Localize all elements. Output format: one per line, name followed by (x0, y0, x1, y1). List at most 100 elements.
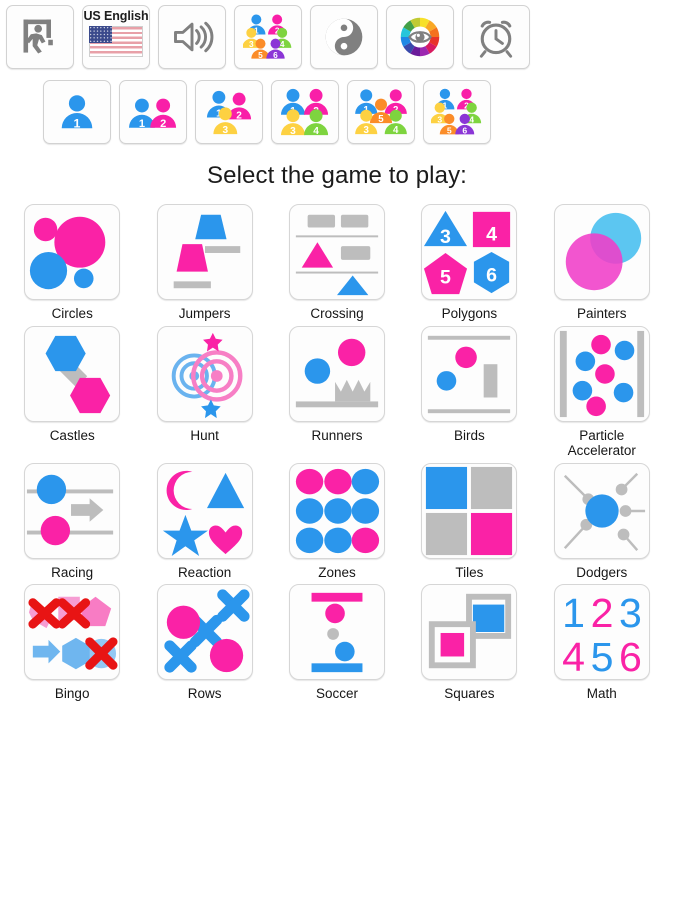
page-title: Select the game to play: (207, 162, 467, 189)
exit-button[interactable] (6, 5, 74, 69)
reaction-art (162, 470, 244, 556)
game-cell-tiles[interactable]: Tiles (403, 462, 535, 581)
top-toolbar: US English 1 2 3 4 5 6 (0, 0, 674, 69)
game-cell-particle[interactable]: Particle Accelerator (536, 325, 668, 459)
svg-text:6: 6 (273, 50, 278, 60)
svg-text:1: 1 (562, 590, 585, 636)
six-players-grid-icon: 1 2 3 4 5 6 (431, 88, 482, 136)
players-5-button[interactable]: 1 2 5 3 4 (347, 80, 415, 144)
game-cell-crossing[interactable]: Crossing (271, 204, 403, 322)
birds-art (428, 335, 511, 413)
svg-text:3: 3 (249, 39, 254, 49)
racing-art (27, 474, 114, 545)
game-cell-jumpers[interactable]: Jumpers (138, 204, 270, 322)
game-tile-bingo[interactable] (24, 584, 121, 681)
game-label: Rows (187, 686, 222, 702)
game-tile-dodgers[interactable] (553, 462, 650, 559)
language-button[interactable]: US English (82, 5, 150, 69)
game-tile-soccer[interactable] (288, 584, 385, 681)
players-1-button[interactable]: 1 (43, 80, 111, 144)
game-cell-runners[interactable]: Runners (271, 325, 403, 459)
game-tile-castles[interactable] (24, 325, 121, 422)
svg-text:5: 5 (258, 50, 263, 60)
game-cell-birds[interactable]: Birds (403, 325, 535, 459)
players-6-button[interactable]: 1 2 3 4 5 6 (423, 80, 491, 144)
game-label: Dodgers (576, 564, 628, 580)
players-setting-button[interactable]: 1 2 3 4 5 6 (234, 5, 302, 69)
game-tile-jumpers[interactable] (156, 204, 253, 300)
players-3-button[interactable]: 1 2 3 (195, 80, 263, 144)
game-cell-rows[interactable]: Rows (138, 584, 270, 702)
game-cell-zones[interactable]: Zones (271, 462, 403, 581)
game-tile-reaction[interactable] (156, 462, 253, 559)
game-cell-polygons[interactable]: 3 4 5 6 Polygons (403, 204, 535, 322)
svg-text:5: 5 (440, 266, 451, 288)
game-cell-squares[interactable]: Squares (403, 584, 535, 702)
circles-art (30, 216, 106, 290)
svg-text:5: 5 (590, 634, 613, 679)
game-cell-circles[interactable]: Circles (6, 204, 138, 322)
svg-text:6: 6 (619, 634, 642, 679)
game-cell-dodgers[interactable]: Dodgers (536, 462, 668, 581)
timer-button[interactable] (462, 5, 530, 69)
game-tile-circles[interactable] (24, 204, 121, 300)
game-cell-hunt[interactable]: Hunt (138, 325, 270, 459)
game-label: Circles (51, 306, 93, 321)
game-tile-hunt[interactable] (156, 325, 253, 422)
game-label: Squares (444, 686, 495, 702)
svg-text:3: 3 (619, 590, 642, 636)
game-tile-runners[interactable] (288, 325, 385, 422)
squares-art (429, 593, 512, 669)
game-label: Painters (577, 306, 627, 321)
game-cell-reaction[interactable]: Reaction (138, 462, 270, 581)
game-label: Polygons (441, 306, 498, 321)
difficulty-button[interactable] (310, 5, 378, 69)
game-label: Racing (51, 564, 94, 580)
game-tile-rows[interactable] (156, 584, 253, 681)
yin-yang-icon (325, 18, 363, 56)
game-tile-painters[interactable] (553, 204, 650, 300)
svg-text:4: 4 (562, 634, 585, 679)
two-players-icon: 1 2 (129, 98, 177, 130)
five-players-icon: 1 2 5 3 4 (355, 89, 407, 136)
svg-text:3: 3 (440, 226, 451, 248)
game-tile-math[interactable]: 1 2 3 4 5 6 (553, 584, 650, 681)
game-cell-painters[interactable]: Painters (536, 204, 668, 322)
svg-text:4: 4 (280, 39, 285, 49)
game-label: Birds (454, 427, 485, 443)
game-cell-bingo[interactable]: Bingo (6, 584, 138, 702)
game-tile-racing[interactable] (24, 462, 121, 559)
game-label: Jumpers (178, 306, 231, 321)
zones-art (295, 468, 380, 553)
game-tile-polygons[interactable]: 3 4 5 6 (421, 204, 518, 300)
game-cell-castles[interactable]: Castles (6, 325, 138, 459)
svg-text:4: 4 (393, 125, 399, 136)
game-tile-tiles[interactable] (421, 462, 518, 559)
game-label: Castles (49, 427, 95, 443)
game-tile-zones[interactable] (288, 462, 385, 559)
colors-button[interactable] (386, 5, 454, 69)
game-label: Hunt (190, 427, 219, 443)
game-tile-birds[interactable] (421, 325, 518, 422)
castles-art (45, 335, 111, 413)
speaker-icon (174, 21, 214, 53)
math-art: 1 2 3 4 5 6 (562, 590, 642, 679)
game-label: Reaction (177, 564, 232, 580)
game-cell-soccer[interactable]: Soccer (271, 584, 403, 702)
svg-text:6: 6 (486, 264, 497, 286)
game-tile-particle[interactable] (553, 325, 650, 422)
svg-text:4: 4 (313, 126, 319, 136)
game-cell-math[interactable]: 1 2 3 4 5 6 Math (536, 584, 668, 702)
us-flag-icon (89, 26, 143, 57)
players-2-button[interactable]: 1 2 (119, 80, 187, 144)
game-grid: Circles Jumpers Crossing 3 4 5 6 Polygon… (0, 204, 674, 702)
color-wheel-eye-icon (400, 17, 440, 57)
game-cell-racing[interactable]: Racing (6, 462, 138, 581)
game-tile-crossing[interactable] (288, 204, 385, 300)
players-4-button[interactable]: 1 2 3 4 (271, 80, 339, 144)
svg-text:2: 2 (236, 110, 242, 121)
sound-button[interactable] (158, 5, 226, 69)
game-label: Bingo (54, 686, 90, 702)
exit-door-icon (23, 19, 53, 54)
game-tile-squares[interactable] (421, 584, 518, 681)
